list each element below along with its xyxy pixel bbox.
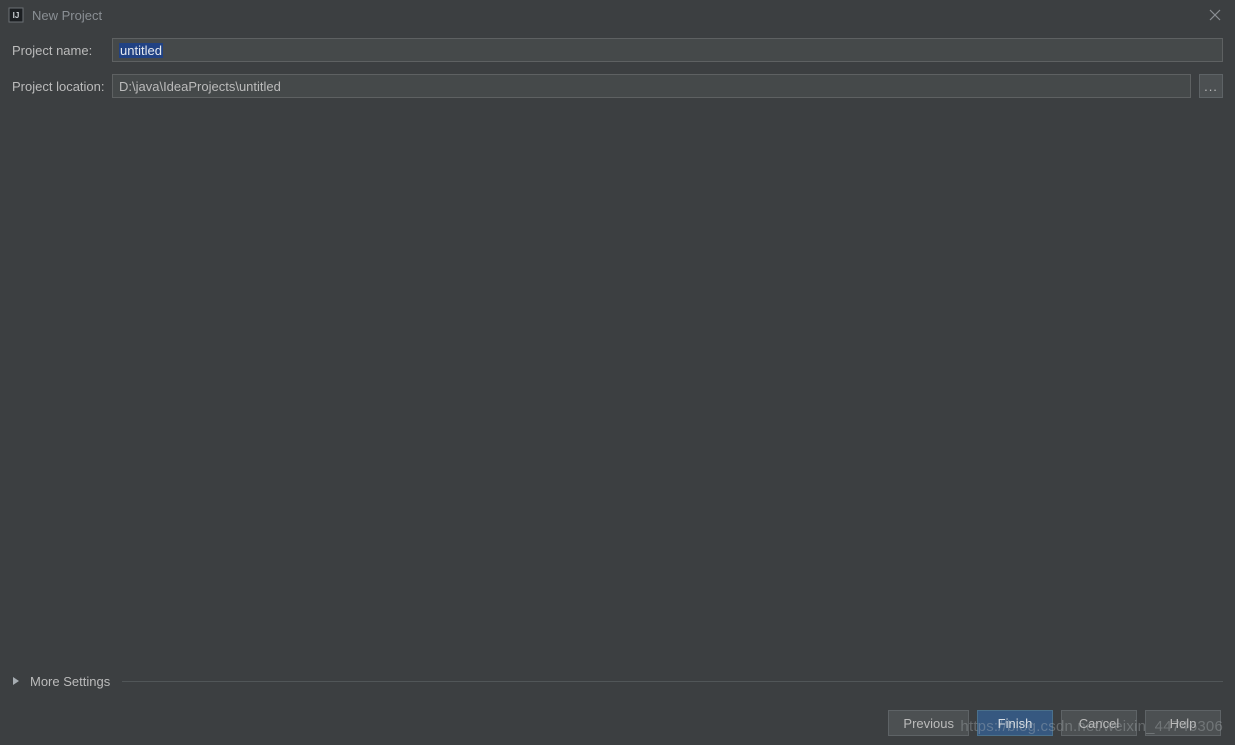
titlebar: IJ New Project	[0, 0, 1235, 30]
project-location-label: Project location:	[12, 79, 112, 94]
browse-button[interactable]: ...	[1199, 74, 1223, 98]
project-name-input[interactable]: untitled	[112, 38, 1223, 62]
divider-line	[122, 681, 1223, 682]
project-name-label: Project name:	[12, 43, 112, 58]
project-name-value: untitled	[119, 43, 163, 58]
close-button[interactable]	[1203, 3, 1227, 27]
more-settings-label: More Settings	[30, 674, 110, 689]
window-title: New Project	[32, 8, 102, 23]
help-button[interactable]: Help	[1145, 710, 1221, 736]
ellipsis-icon: ...	[1204, 79, 1218, 94]
cancel-button[interactable]: Cancel	[1061, 710, 1137, 736]
app-icon: IJ	[8, 7, 24, 23]
project-location-input[interactable]: D:\java\IdeaProjects\untitled	[112, 74, 1191, 98]
form-area: Project name: untitled Project location:…	[0, 30, 1235, 118]
previous-button[interactable]: Previous	[888, 710, 969, 736]
chevron-right-icon	[12, 676, 20, 686]
footer: Previous Finish Cancel Help	[0, 701, 1235, 745]
close-icon	[1209, 9, 1221, 21]
project-name-row: Project name: untitled	[12, 38, 1223, 62]
more-settings-toggle[interactable]: More Settings	[12, 667, 1223, 695]
project-location-row: Project location: D:\java\IdeaProjects\u…	[12, 74, 1223, 98]
svg-text:IJ: IJ	[13, 11, 20, 20]
project-location-value: D:\java\IdeaProjects\untitled	[119, 79, 281, 94]
finish-button[interactable]: Finish	[977, 710, 1053, 736]
